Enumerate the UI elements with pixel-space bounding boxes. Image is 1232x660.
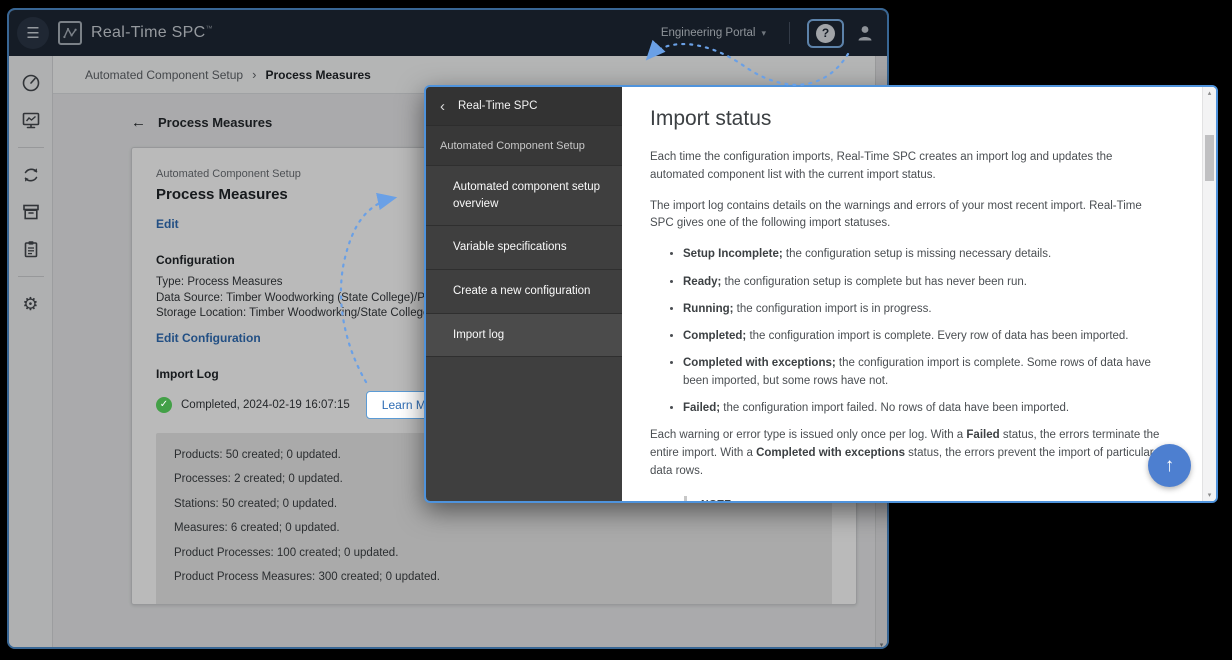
scroll-up-icon[interactable]: ▴ xyxy=(1203,89,1216,97)
help-nav-back-label: Real-Time SPC xyxy=(458,100,537,112)
note-block: NOTE If the import is successful, the im… xyxy=(684,496,1166,501)
up-arrow-icon: ↑ xyxy=(1165,455,1175,477)
list-item: Running; the configuration import is in … xyxy=(683,301,1166,318)
help-nav-item-import-log[interactable]: Import log xyxy=(426,313,622,357)
screen: ☰ Real-Time SPC™ Engineering Portal ▾ ? xyxy=(0,0,1232,660)
help-paragraph: Each warning or error type is issued onl… xyxy=(650,427,1166,480)
list-item: Failed; the configuration import failed.… xyxy=(683,400,1166,417)
success-check-icon: ✓ xyxy=(156,397,172,413)
scrollbar-thumb[interactable] xyxy=(1205,135,1214,181)
list-item: Setup Incomplete; the configuration setu… xyxy=(683,246,1166,263)
scroll-to-top-button[interactable]: ↑ xyxy=(1148,444,1191,487)
help-panel-nav: ‹ Real-Time SPC Automated Component Setu… xyxy=(426,87,622,501)
import-status-list: Setup Incomplete; the configuration setu… xyxy=(650,246,1166,417)
chevron-left-icon: ‹ xyxy=(440,99,445,114)
help-nav-item-overview[interactable]: Automated component setup overview xyxy=(426,165,622,225)
list-item: Completed; the configuration import is c… xyxy=(683,328,1166,345)
scroll-down-icon[interactable]: ▾ xyxy=(1203,491,1216,499)
help-panel: ‹ Real-Time SPC Automated Component Setu… xyxy=(424,85,1218,503)
help-paragraph: The import log contains details on the w… xyxy=(650,198,1166,234)
help-content: Import status Each time the configuratio… xyxy=(622,87,1216,501)
help-nav-section-label: Automated Component Setup xyxy=(426,125,622,165)
list-item: Completed with exceptions; the configura… xyxy=(683,355,1166,390)
help-panel-scrollbar[interactable]: ▴ ▾ xyxy=(1202,87,1216,501)
help-nav-item-create-configuration[interactable]: Create a new configuration xyxy=(426,269,622,313)
list-item: Ready; the configuration setup is comple… xyxy=(683,274,1166,291)
note-label: NOTE xyxy=(701,498,1166,501)
help-nav-back[interactable]: ‹ Real-Time SPC xyxy=(426,87,622,125)
help-paragraph: Each time the configuration imports, Rea… xyxy=(650,149,1166,185)
help-nav-item-variable-specifications[interactable]: Variable specifications xyxy=(426,225,622,269)
help-title: Import status xyxy=(650,107,1166,131)
help-nav-filler xyxy=(426,356,622,501)
